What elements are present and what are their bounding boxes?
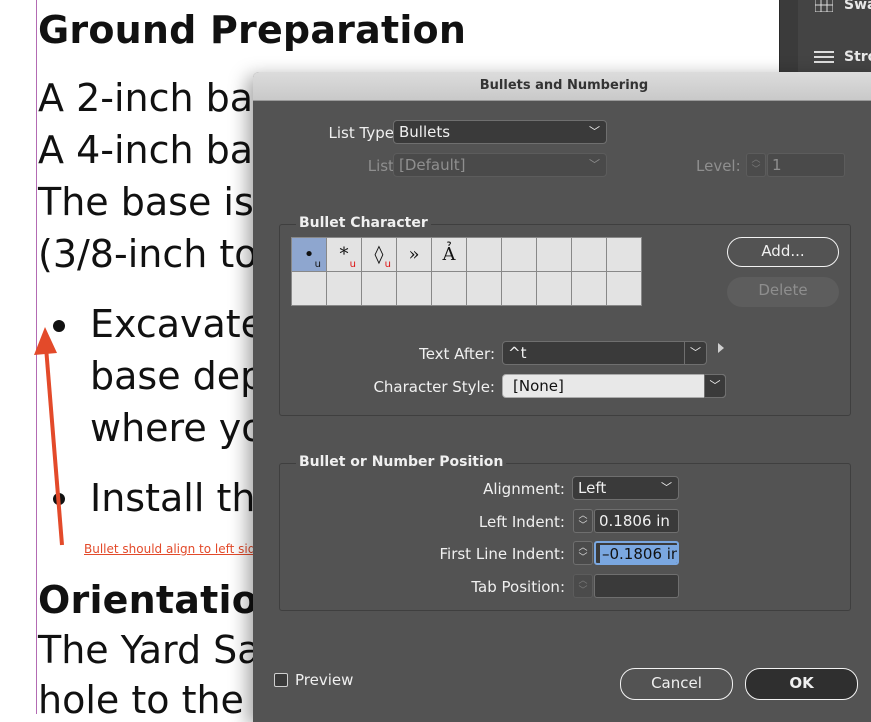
heading-ground-preparation: Ground Preparation: [38, 8, 467, 52]
alignment-label: Alignment:: [483, 480, 565, 498]
level-stepper[interactable]: ︿ ﹀: [746, 153, 766, 177]
first-line-indent-stepper[interactable]: ︿ ﹀: [573, 541, 593, 565]
bullet-text-line: base dept: [90, 354, 280, 398]
position-title: Bullet or Number Position: [296, 454, 507, 470]
annotation-arrow-icon: [34, 327, 64, 546]
annotation-note: Bullet should align to left side: [84, 542, 263, 556]
glyph-cell[interactable]: [466, 237, 502, 272]
bullet-text-line: Excavate: [90, 302, 265, 346]
text-after-combo[interactable]: ^t ﹀: [502, 341, 707, 365]
glyph-cell[interactable]: [361, 271, 397, 306]
text-after-label: Text After:: [419, 345, 495, 363]
dialog-titlebar[interactable]: Bullets and Numbering: [253, 72, 871, 101]
glyph-cell[interactable]: [291, 271, 327, 306]
chevron-down-icon: ﹀: [589, 125, 600, 138]
position-group: [279, 463, 851, 611]
glyph-cell[interactable]: • u: [291, 237, 327, 272]
glyph-cell[interactable]: »: [396, 237, 432, 272]
glyph-cell[interactable]: [571, 237, 607, 272]
glyph-cell[interactable]: [501, 237, 537, 272]
glyph-cell[interactable]: [606, 271, 642, 306]
bullet-glyph-grid: • u * u ◊ u » Ả: [291, 237, 642, 306]
text-after-value: ^t: [508, 344, 527, 362]
add-button[interactable]: Add...: [727, 237, 839, 267]
glyph-cell[interactable]: [466, 271, 502, 306]
glyph-cell[interactable]: [536, 237, 572, 272]
cancel-button[interactable]: Cancel: [620, 668, 733, 700]
level-value: 1: [772, 156, 782, 174]
body-line: A 2-inch bas: [38, 76, 273, 120]
body-line: A 4-inch bas: [38, 128, 273, 172]
list-select[interactable]: [Default] ﹀: [393, 153, 607, 177]
glyph-cell[interactable]: [431, 271, 467, 306]
swatches-icon: [814, 0, 834, 13]
list-type-label: List Type:: [328, 124, 400, 142]
bullets-numbering-dialog: Bullets and Numbering List Type: Bullets…: [253, 72, 871, 722]
bullet-character-title: Bullet Character: [296, 215, 431, 231]
panel-item-label: Swa: [844, 0, 871, 13]
tab-position-stepper[interactable]: ︿ ﹀: [573, 574, 593, 598]
left-indent-value: 0.1806 in: [599, 512, 670, 530]
chevron-down-icon: ﹀: [684, 342, 706, 364]
tab-position-field[interactable]: [594, 574, 679, 598]
list-value: [Default]: [399, 156, 466, 174]
glyph-cell[interactable]: [501, 271, 537, 306]
preview-checkbox[interactable]: [274, 673, 288, 687]
character-style-label: Character Style:: [373, 378, 495, 396]
chevron-down-icon: ﹀: [589, 158, 600, 171]
ok-button[interactable]: OK: [745, 668, 858, 700]
bullet-text-line: Install the: [90, 476, 279, 520]
level-label: Level:: [696, 157, 741, 175]
character-style-value: [None]: [513, 377, 564, 395]
glyph-cell[interactable]: ◊ u: [361, 237, 397, 272]
glyph-cell[interactable]: [396, 271, 432, 306]
level-field[interactable]: 1: [767, 153, 845, 177]
list-type-value: Bullets: [399, 123, 451, 141]
glyph-cell[interactable]: [536, 271, 572, 306]
glyph-cell[interactable]: Ả: [431, 237, 467, 272]
character-style-select[interactable]: [None] ﹀: [502, 374, 726, 398]
chevron-down-icon: ﹀: [704, 374, 726, 398]
glyph-cell[interactable]: * u: [326, 237, 362, 272]
panel-item-swatches[interactable]: Swa: [814, 0, 871, 20]
preview-label[interactable]: Preview: [295, 671, 353, 689]
glyph-cell[interactable]: [571, 271, 607, 306]
glyph-cell[interactable]: [606, 237, 642, 272]
special-characters-menu-icon[interactable]: [718, 343, 724, 353]
first-line-indent-field[interactable]: –0.1806 in: [594, 541, 679, 565]
body-line: The base is a: [38, 180, 290, 224]
glyph-cell[interactable]: [326, 271, 362, 306]
heading-orientation: Orientation: [38, 578, 286, 622]
alignment-value: Left: [578, 479, 607, 497]
stroke-icon: [814, 49, 834, 65]
first-line-indent-value: –0.1806 in: [600, 545, 677, 563]
left-indent-label: Left Indent:: [478, 513, 565, 531]
alignment-select[interactable]: Left ﹀: [572, 476, 679, 500]
chevron-down-icon: ﹀: [661, 481, 672, 494]
first-line-indent-label: First Line Indent:: [439, 545, 566, 563]
panel-item-stroke[interactable]: Stro: [814, 42, 871, 72]
delete-button[interactable]: Delete: [727, 277, 839, 307]
dialog-title: Bullets and Numbering: [479, 78, 649, 93]
list-type-select[interactable]: Bullets ﹀: [393, 120, 607, 144]
left-indent-stepper[interactable]: ︿ ﹀: [573, 509, 593, 533]
panel-item-label: Stro: [844, 49, 871, 65]
tab-position-label: Tab Position:: [471, 578, 565, 596]
left-indent-field[interactable]: 0.1806 in: [594, 509, 679, 533]
body-line: (3/8-inch to: [38, 232, 258, 276]
